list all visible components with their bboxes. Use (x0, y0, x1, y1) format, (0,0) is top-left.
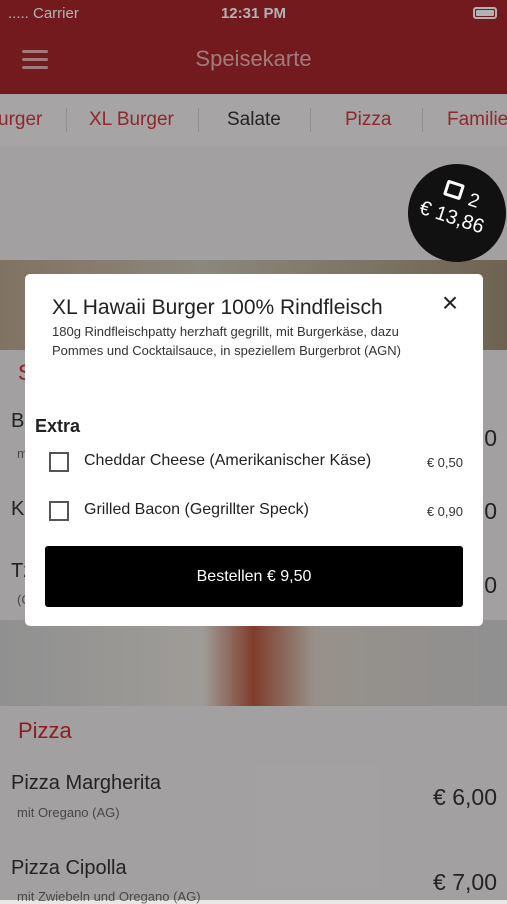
option-grilled-bacon[interactable]: Grilled Bacon (Gegrillter Speck) € 0,90 (49, 499, 473, 525)
option-label: Cheddar Cheese (Amerikanischer Käse) (84, 452, 372, 469)
checkbox[interactable] (49, 501, 69, 521)
shopping-bag-icon (442, 179, 466, 201)
option-cheddar-cheese[interactable]: Cheddar Cheese (Amerikanischer Käse) € 0… (49, 450, 473, 476)
order-button[interactable]: Bestellen € 9,50 (45, 546, 463, 607)
close-icon[interactable]: × (439, 289, 461, 317)
option-price: € 0,90 (426, 504, 463, 519)
extras-heading: Extra (35, 416, 81, 436)
option-label: Grilled Bacon (Gegrillter Speck) (84, 501, 309, 518)
option-price: € 0,50 (426, 455, 463, 470)
product-title: XL Hawaii Burger 100% Rindfleisch (52, 296, 383, 319)
product-options-dialog: XL Hawaii Burger 100% Rindfleisch 180g R… (25, 274, 483, 626)
product-description: 180g Rindfleischpatty herzhaft gegrillt,… (52, 324, 401, 358)
cart-count: 2 (465, 189, 483, 213)
checkbox[interactable] (49, 452, 69, 472)
